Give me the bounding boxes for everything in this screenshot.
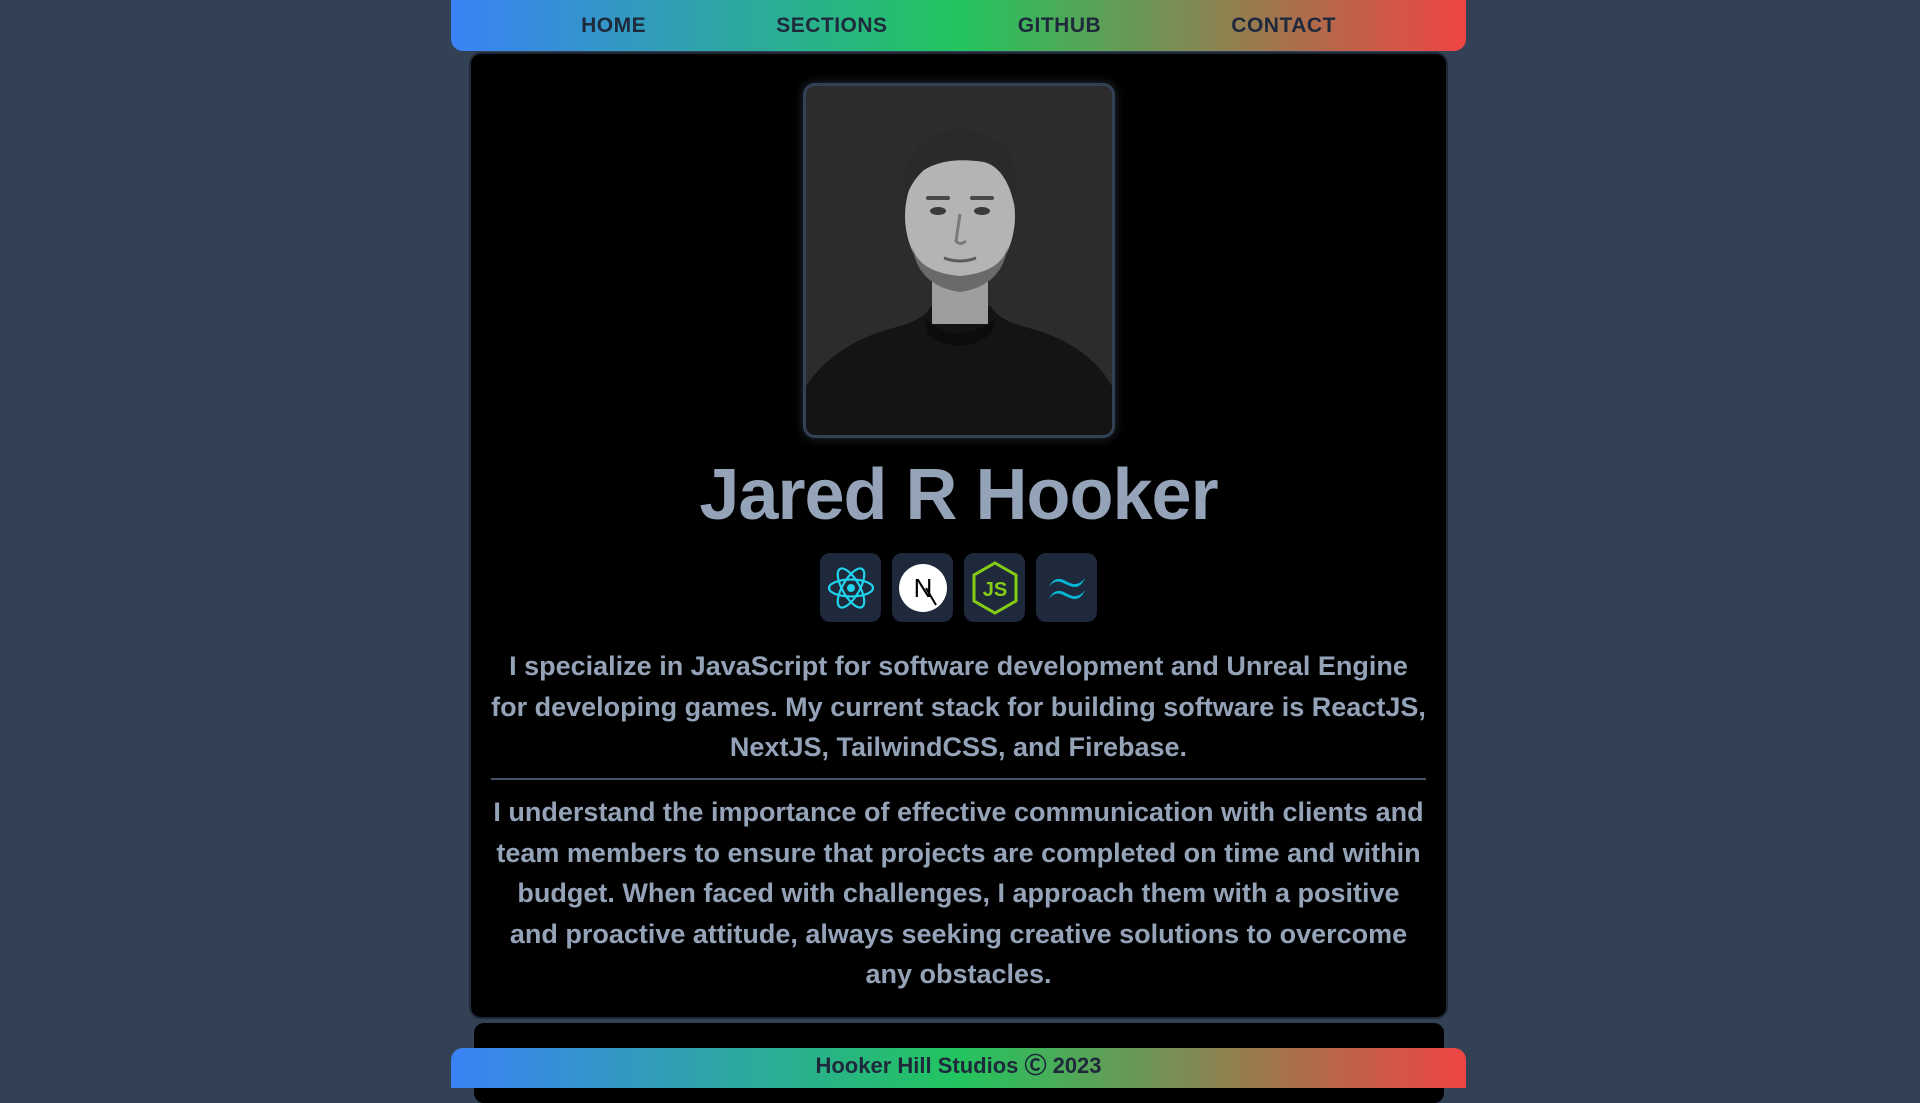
nav-home-link[interactable]: HOME <box>581 14 646 38</box>
nav-contact-link[interactable]: CONTACT <box>1231 14 1336 38</box>
nav-sections-link[interactable]: SECTIONS <box>776 14 887 38</box>
footer-copyright: Hooker Hill Studios Ⓒ 2023 <box>815 1053 1102 1078</box>
nodejs-icon: JS <box>964 553 1025 622</box>
top-navigation-bar: HOME SECTIONS GITHUB CONTACT <box>451 0 1466 51</box>
tech-stack-icons: N JS <box>471 553 1446 622</box>
tailwind-icon <box>1036 553 1097 622</box>
portrait-photo <box>803 83 1115 438</box>
react-icon <box>820 553 881 622</box>
nav-github-link[interactable]: GITHUB <box>1018 14 1102 38</box>
footer-bar: Hooker Hill Studios Ⓒ 2023 <box>451 1048 1466 1088</box>
about-paragraph-stack: I specialize in JavaScript for software … <box>491 651 1426 762</box>
svg-text:N: N <box>913 573 932 603</box>
profile-name: Jared R Hooker <box>699 455 1218 535</box>
svg-text:JS: JS <box>982 579 1006 601</box>
nextjs-icon: N <box>892 553 953 622</box>
portrait-illustration <box>806 86 1112 435</box>
profile-card: Jared R Hooker N JS I specialize in Java… <box>471 54 1446 1017</box>
about-paragraph-communication: I understand the importance of effective… <box>493 797 1424 989</box>
section-divider <box>491 778 1426 780</box>
